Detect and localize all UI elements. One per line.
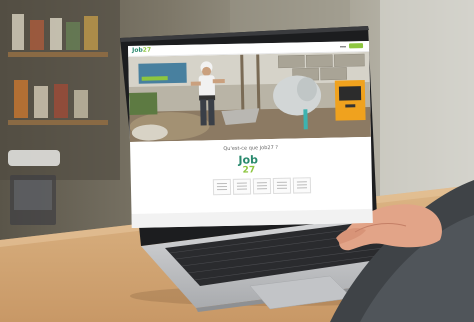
hero-cta-button[interactable] [141, 76, 168, 81]
site-logo[interactable]: Job27 [132, 47, 151, 54]
hero-overlay-text [140, 65, 184, 66]
nav-cta-button[interactable] [348, 43, 364, 49]
logo-text: Job [132, 46, 143, 54]
feature-card[interactable] [212, 178, 232, 196]
cement-mixer-icon [334, 80, 366, 121]
feature-card[interactable] [272, 177, 292, 194]
hero-overlay-box [138, 62, 187, 84]
feature-card[interactable] [232, 178, 252, 195]
logo-number: 27 [142, 46, 152, 54]
nav-link[interactable]: ▪▪▪ [340, 44, 346, 48]
feature-card[interactable] [252, 178, 272, 195]
photo-scene: Job27 ▪▪▪ Qu'est-ce que Job27 ? Job 27 [0, 0, 474, 322]
brand-logo-number: 27 [242, 165, 256, 176]
section-question: Qu'est-ce que Job27 ? [223, 144, 279, 153]
feature-card[interactable] [292, 177, 312, 194]
hero-banner [128, 51, 371, 142]
feature-cards [212, 177, 313, 196]
brand-logo: Job 27 [238, 153, 258, 176]
laptop-screen: Job27 ▪▪▪ Qu'est-ce que Job27 ? Job 27 [128, 40, 373, 228]
